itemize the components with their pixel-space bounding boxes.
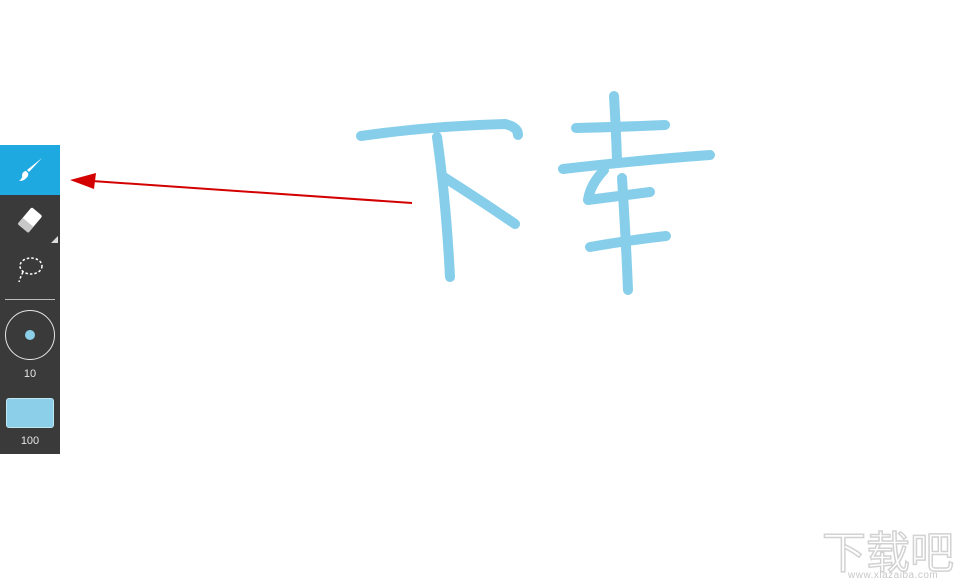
lasso-select-icon — [18, 257, 43, 283]
opacity-value: 100 — [20, 435, 40, 447]
stroke-zai-main-vertical — [617, 173, 633, 295]
toolbar-divider — [5, 299, 55, 300]
brush-size-control[interactable] — [5, 310, 55, 360]
eraser-icon — [17, 207, 42, 233]
brush-tool-button[interactable] — [0, 145, 60, 195]
stroke-zai-top-vertical — [609, 91, 622, 165]
stroke-zai-long-horizontal — [558, 150, 715, 174]
brush-size-preview-dot — [25, 330, 35, 340]
drawing-canvas[interactable] — [0, 0, 957, 583]
stroke-xia-vertical — [432, 132, 455, 282]
annotation-arrow — [70, 173, 413, 204]
color-swatch-button[interactable] — [6, 398, 54, 428]
lasso-select-tool-button[interactable] — [0, 245, 60, 293]
stroke-xia-dot — [437, 171, 520, 229]
brush-size-value: 10 — [23, 368, 37, 380]
handwritten-strokes — [356, 91, 715, 295]
brush-icon — [19, 158, 42, 181]
watermark-url: www.xiazaiba.com — [848, 570, 939, 581]
eraser-tool-button[interactable] — [0, 195, 60, 245]
submenu-indicator — [51, 236, 58, 243]
tool-panel: 10 100 — [0, 145, 60, 454]
